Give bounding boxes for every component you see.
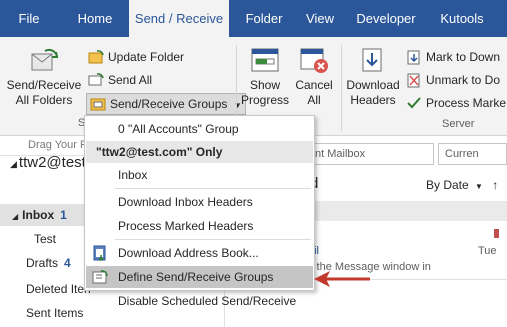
account-name[interactable]: ◢ ttw2@test (10, 154, 86, 171)
search-current-label: Curren (445, 148, 479, 160)
inbox-count: 1 (60, 208, 67, 222)
menu-separator (115, 188, 311, 189)
unmark-to-download-button[interactable]: Unmark to Do (406, 70, 500, 90)
cancel-all-label-2: All (307, 93, 321, 107)
chevron-down-icon: ▼ (475, 182, 483, 191)
menu-item-label: Process Marked Headers (118, 219, 254, 233)
unmark-icon (407, 73, 420, 88)
download-headers-icon (362, 48, 382, 72)
menu-item-label: Disable Scheduled Send/Receive (118, 294, 297, 308)
tab-send-receive[interactable]: Send / Receive (128, 0, 230, 37)
update-folder-icon (88, 49, 104, 64)
send-receive-groups-menu: 0 "All Accounts" Group "ttw2@test.com" O… (84, 115, 315, 308)
menu-item-define-send-receive-groups[interactable]: Define Send/Receive Groups (86, 266, 313, 288)
ribbon-separator (341, 45, 342, 131)
show-progress-button[interactable]: Show Progress (239, 45, 291, 108)
update-folder-button[interactable]: Update Folder (88, 47, 184, 67)
send-all-label: Send All (108, 73, 153, 87)
menu-item-label: Define Send/Receive Groups (118, 270, 274, 284)
mail-day: Tue (478, 245, 497, 257)
mark-to-download-button[interactable]: Mark to Down (406, 47, 500, 67)
collapse-icon: ◢ (10, 159, 17, 169)
send-all-icon (88, 72, 104, 86)
send-receive-all-label-2: All Folders (15, 93, 73, 107)
menu-item-label: 0 "All Accounts" Group (118, 122, 239, 136)
tab-developer[interactable]: Developer (348, 0, 424, 37)
annotation-arrow-icon (314, 271, 370, 287)
send-receive-groups-button[interactable]: Send/Receive Groups ▼ (86, 93, 246, 115)
sort-label: By Date (426, 178, 469, 192)
menu-separator (115, 239, 311, 240)
send-receive-icon (31, 48, 59, 71)
menu-item-label: Inbox (118, 168, 148, 182)
process-marked-label: Process Marke (426, 96, 507, 110)
send-receive-all-label-1: Send/Receive (6, 78, 82, 92)
menu-item-download-address-book[interactable]: Download Address Book... (86, 242, 313, 264)
menu-item-label: Download Inbox Headers (118, 195, 253, 209)
deleted-label: Deleted Iten (26, 282, 91, 296)
menu-item-process-marked-headers[interactable]: Process Marked Headers (86, 215, 313, 237)
address-book-icon (93, 245, 106, 261)
check-icon (407, 97, 421, 109)
show-progress-icon (251, 48, 279, 72)
drafts-count: 4 (64, 256, 71, 270)
update-folder-label: Update Folder (108, 50, 185, 64)
expand-icon: ◢ (12, 212, 19, 221)
process-marked-button[interactable]: Process Marke (406, 93, 506, 113)
tab-kutools[interactable]: Kutools (430, 0, 494, 37)
search-scope-label: nt Mailbox (315, 148, 366, 160)
server-group-label: Server (442, 118, 475, 130)
sent-label: Sent Items (26, 306, 84, 320)
unmark-to-download-label: Unmark to Do (426, 73, 501, 87)
test-label: Test (34, 232, 57, 246)
flag-marker (494, 229, 499, 238)
sort-by-date[interactable]: By Date ▼ ↑ (426, 178, 498, 192)
menu-item-all-accounts-group[interactable]: 0 "All Accounts" Group (86, 118, 313, 140)
download-headers-button[interactable]: Download Headers (344, 45, 402, 108)
tab-folder[interactable]: Folder (236, 0, 292, 37)
drag-hint: Drag Your F (28, 139, 87, 151)
account-label: ttw2@test (18, 154, 86, 171)
tab-file[interactable]: File (0, 0, 58, 37)
tab-home[interactable]: Home (66, 0, 124, 37)
download-headers-label-2: Headers (350, 93, 396, 107)
cancel-all-label-1: Cancel (295, 78, 333, 92)
menu-header-label: "ttw2@test.com" Only (96, 145, 223, 159)
cancel-all-button[interactable]: Cancel All (292, 45, 336, 108)
show-progress-label-2: Progress (240, 93, 290, 107)
send-receive-groups-label: Send/Receive Groups (110, 97, 228, 111)
menu-item-download-inbox-headers[interactable]: Download Inbox Headers (86, 191, 313, 213)
ribbon-tab-bar: File Home Send / Receive Folder View Dev… (0, 0, 507, 37)
download-headers-label-1: Download (346, 78, 400, 92)
show-progress-label-1: Show (249, 78, 281, 92)
drafts-label: Drafts (26, 256, 59, 270)
mark-to-download-label: Mark to Down (426, 50, 501, 64)
inbox-label: Inbox (22, 208, 55, 222)
define-groups-icon (92, 270, 108, 284)
send-receive-groups-icon (90, 98, 106, 111)
tab-view[interactable]: View (296, 0, 344, 37)
menu-header-account: "ttw2@test.com" Only (86, 141, 313, 163)
menu-item-inbox[interactable]: Inbox (86, 164, 313, 186)
send-receive-all-folders-button[interactable]: Send/Receive All Folders (4, 45, 84, 108)
search-current-box[interactable]: Curren (438, 143, 507, 165)
cancel-all-icon (300, 48, 328, 73)
mark-icon (407, 50, 420, 65)
send-all-button[interactable]: Send All (88, 70, 152, 90)
sort-order-arrow[interactable]: ↑ (492, 178, 498, 192)
menu-item-label: Download Address Book... (118, 246, 259, 260)
